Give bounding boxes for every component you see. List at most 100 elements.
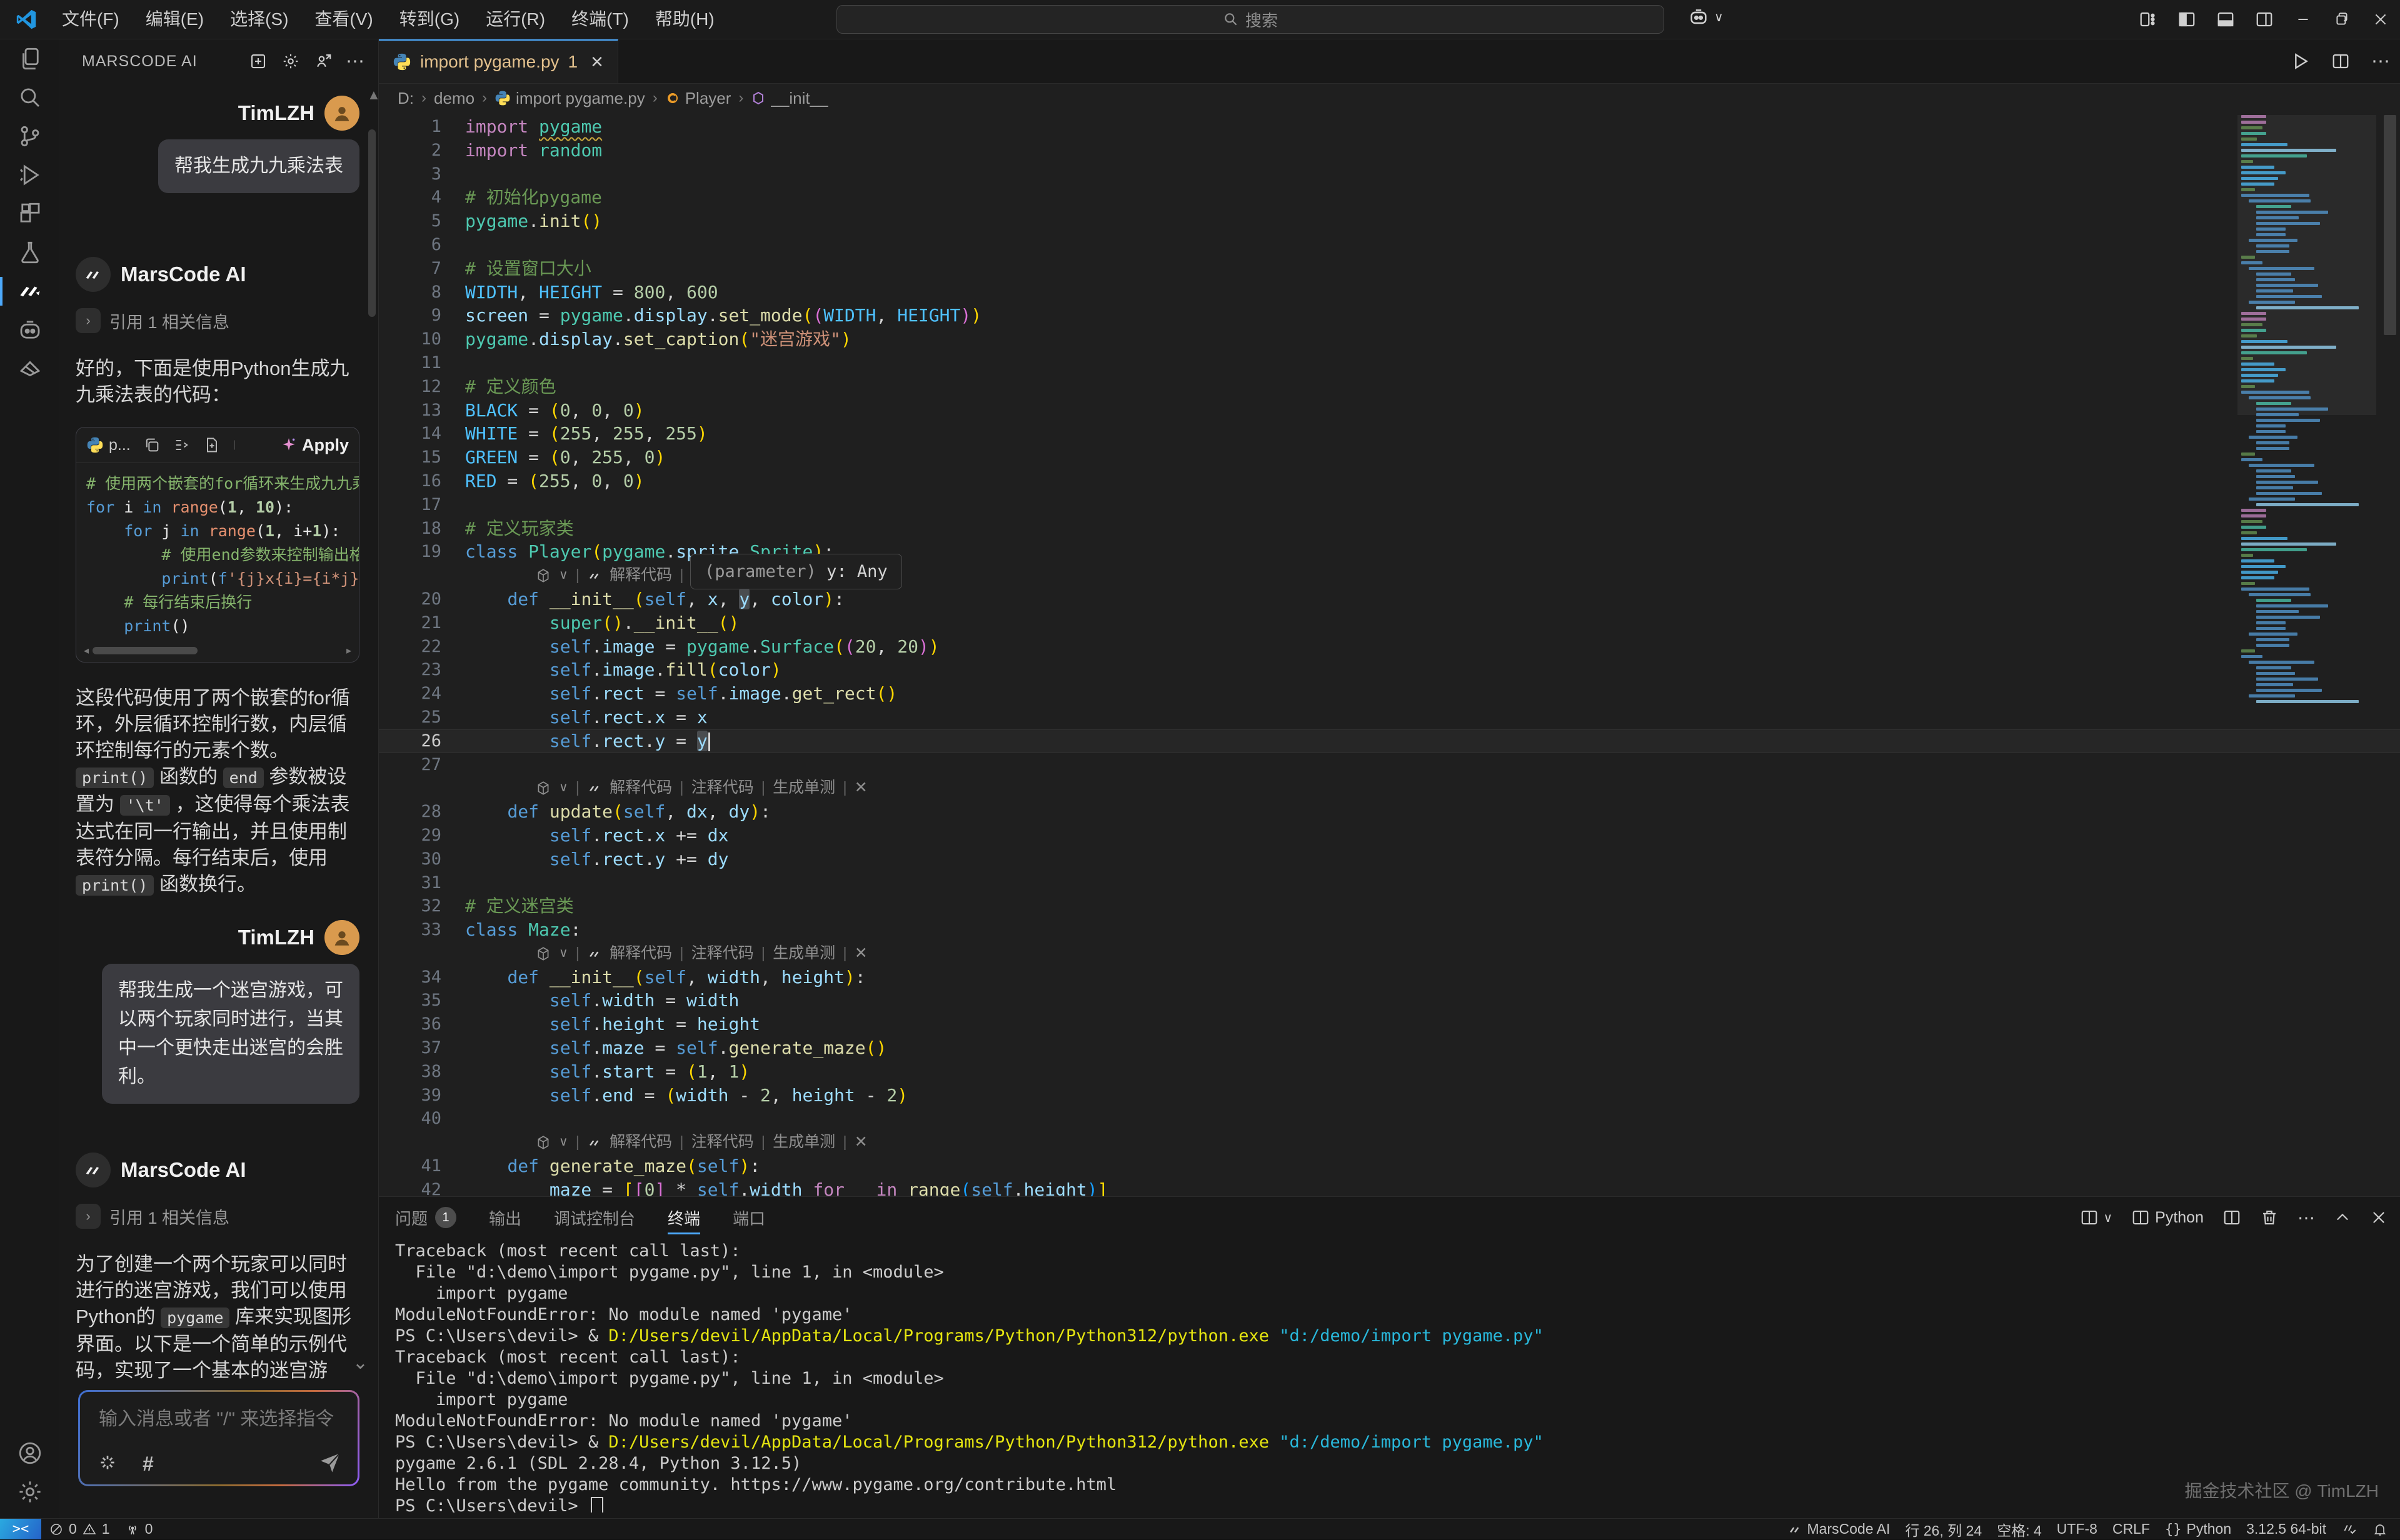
code-line[interactable]: 26 self.rect.y = y (379, 729, 2400, 753)
code-line[interactable]: 25 self.rect.x = x (379, 706, 2400, 729)
ai-robot-icon[interactable] (0, 311, 59, 349)
code-line[interactable]: 27 (379, 753, 2400, 777)
close-panel-icon[interactable] (2370, 1209, 2387, 1226)
toggle-sidebar-icon[interactable] (2167, 0, 2206, 39)
code-line[interactable]: 33class Maze: (379, 918, 2400, 942)
split-editor-icon[interactable] (2331, 52, 2350, 71)
code-line[interactable]: 5pygame.init() (379, 209, 2400, 233)
code-line[interactable]: 3 (379, 162, 2400, 186)
settings-gear-icon[interactable] (0, 1472, 59, 1511)
menu-item[interactable]: 查看(V) (301, 0, 386, 39)
scroll-left-icon[interactable]: ◂ (84, 644, 89, 657)
code-line[interactable]: 29 self.rect.x += dx (379, 824, 2400, 848)
code-line[interactable]: 13BLACK = (0, 0, 0) (379, 399, 2400, 422)
chevron-down-icon[interactable]: ∨ (559, 1131, 568, 1154)
breadcrumb-item[interactable]: __init__ (751, 89, 828, 108)
menu-item[interactable]: 终端(T) (558, 0, 642, 39)
toggle-secondary-sidebar-icon[interactable] (2245, 0, 2284, 39)
code-line[interactable]: 10pygame.display.set_caption("迷宫游戏") (379, 328, 2400, 351)
code-line[interactable]: 39 self.end = (width - 2, height - 2) (379, 1084, 2400, 1108)
codelens-action[interactable]: 解释代码 (610, 564, 672, 588)
breadcrumb-item[interactable]: demo (434, 89, 474, 108)
status-item-UTF-8[interactable]: UTF-8 (2049, 1519, 2105, 1539)
menu-item[interactable]: 运行(R) (473, 0, 558, 39)
codelens-action[interactable]: 解释代码 (610, 1131, 672, 1154)
terminal-output[interactable]: Traceback (most recent call last): File … (395, 1241, 2384, 1512)
status-item-CRLF[interactable]: CRLF (2105, 1519, 2157, 1539)
code-line[interactable]: 7# 设置窗口大小 (379, 257, 2400, 281)
codelens-dismiss-icon[interactable]: ✕ (855, 1131, 868, 1154)
code-editor[interactable]: 1import pygame2import random34# 初始化pygam… (379, 112, 2400, 1197)
panel-tab-输出[interactable]: 输出 (489, 1197, 521, 1238)
commands-icon[interactable] (98, 1452, 118, 1476)
marscode-quick-action-icon[interactable] (535, 780, 551, 796)
agent-icon[interactable] (0, 349, 59, 388)
codelens-row[interactable]: ∨|解释代码|注释代码|生成单测|✕ (379, 942, 2400, 966)
code-line[interactable]: 31 (379, 871, 2400, 895)
settings-icon[interactable] (274, 45, 307, 78)
menu-item[interactable]: 帮助(H) (642, 0, 728, 39)
run-debug-icon[interactable] (0, 156, 59, 194)
codelens-action[interactable]: 解释代码 (610, 776, 672, 800)
code-line[interactable]: 2import random (379, 139, 2400, 162)
code-line[interactable]: 4# 初始化pygame (379, 186, 2400, 209)
codelens-action[interactable]: 生成单测 (773, 1131, 835, 1154)
remote-indicator[interactable]: >< (0, 1519, 41, 1539)
chevron-down-icon[interactable]: ∨ (559, 776, 568, 800)
source-control-icon[interactable] (0, 117, 59, 156)
codelens-action[interactable]: 注释代码 (691, 1131, 754, 1154)
minimap[interactable] (2241, 115, 2372, 852)
status-item[interactable] (2334, 1519, 2365, 1539)
code-line[interactable]: 40 (379, 1107, 2400, 1131)
scroll-down-icon[interactable]: ⌄ (353, 1352, 368, 1374)
marscode-quick-action-icon[interactable] (535, 568, 551, 584)
trash-icon[interactable] (2260, 1208, 2279, 1227)
code-line[interactable]: 23 self.image.fill(color) (379, 658, 2400, 682)
code-line[interactable]: 12# 定义颜色 (379, 375, 2400, 399)
status-item-空格: 4[interactable]: 空格: 4 (1989, 1519, 2049, 1539)
code-line[interactable]: 24 self.rect = self.image.get_rect() (379, 682, 2400, 706)
codelens-action[interactable]: 生成单测 (773, 776, 835, 800)
reference-row-2[interactable]: › 引用 1 相关信息 (76, 1204, 359, 1229)
code-line[interactable]: 28 def update(self, dx, dy): (379, 800, 2400, 824)
code-line[interactable]: 38 self.start = (1, 1) (379, 1060, 2400, 1084)
code-line[interactable]: 16RED = (255, 0, 0) (379, 469, 2400, 493)
insert-icon[interactable] (173, 436, 191, 454)
more-icon[interactable]: ⋯ (2297, 1208, 2315, 1228)
chat-scrollbar[interactable]: ▲ (367, 86, 377, 1382)
panel-tab-端口[interactable]: 端口 (733, 1197, 765, 1238)
tab-import-pygame[interactable]: import pygame.py 1 ✕ (379, 39, 618, 83)
codelens-row[interactable]: ∨|解释代码|注释代码|生成单测|✕ (379, 564, 2400, 588)
ai-assistant-button[interactable]: ∨ (1688, 6, 1724, 28)
code-line[interactable]: 11 (379, 351, 2400, 375)
terminal-instance-button[interactable]: Python (2131, 1208, 2204, 1227)
marscode-quick-action-icon[interactable] (535, 946, 551, 962)
breadcrumb-item[interactable]: import pygame.py (495, 89, 645, 108)
codelens-action[interactable]: 生成单测 (773, 942, 835, 966)
problems-status[interactable]: 0 1 (41, 1519, 118, 1539)
codelens-dismiss-icon[interactable]: ✕ (855, 776, 868, 800)
reference-row-1[interactable]: › 引用 1 相关信息 (76, 308, 359, 333)
editor-scrollbar[interactable] (2384, 115, 2396, 335)
codelens-action[interactable]: 解释代码 (610, 942, 672, 966)
chat-input[interactable] (98, 1402, 340, 1442)
chevron-down-icon[interactable]: ∨ (559, 942, 568, 966)
code-line[interactable]: 37 self.maze = self.generate_maze() (379, 1036, 2400, 1060)
close-icon[interactable] (2361, 0, 2400, 39)
status-item-3.12.5 64-bit[interactable]: 3.12.5 64-bit (2239, 1519, 2334, 1539)
status-item-行 26, 列 24[interactable]: 行 26, 列 24 (1897, 1519, 1989, 1539)
panel-tab-调试控制台[interactable]: 调试控制台 (554, 1197, 635, 1238)
codelens-row[interactable]: ∨|解释代码|注释代码|生成单测|✕ (379, 1131, 2400, 1154)
status-item[interactable] (2365, 1519, 2395, 1539)
copy-icon[interactable] (143, 436, 161, 454)
code-line[interactable]: 30 self.rect.y += dy (379, 848, 2400, 871)
code-line[interactable]: 35 self.width = width (379, 989, 2400, 1012)
panel-tab-终端[interactable]: 终端 (668, 1197, 700, 1238)
more-actions-icon[interactable]: ⋯ (2371, 51, 2390, 72)
run-python-icon[interactable] (2290, 51, 2310, 71)
split-terminal-icon[interactable] (2222, 1208, 2241, 1227)
breadcrumb-item[interactable]: D: (398, 89, 414, 108)
codelens-action[interactable]: 注释代码 (691, 942, 754, 966)
code-line[interactable]: 6 (379, 233, 2400, 257)
codelens-dismiss-icon[interactable]: ✕ (855, 942, 868, 966)
